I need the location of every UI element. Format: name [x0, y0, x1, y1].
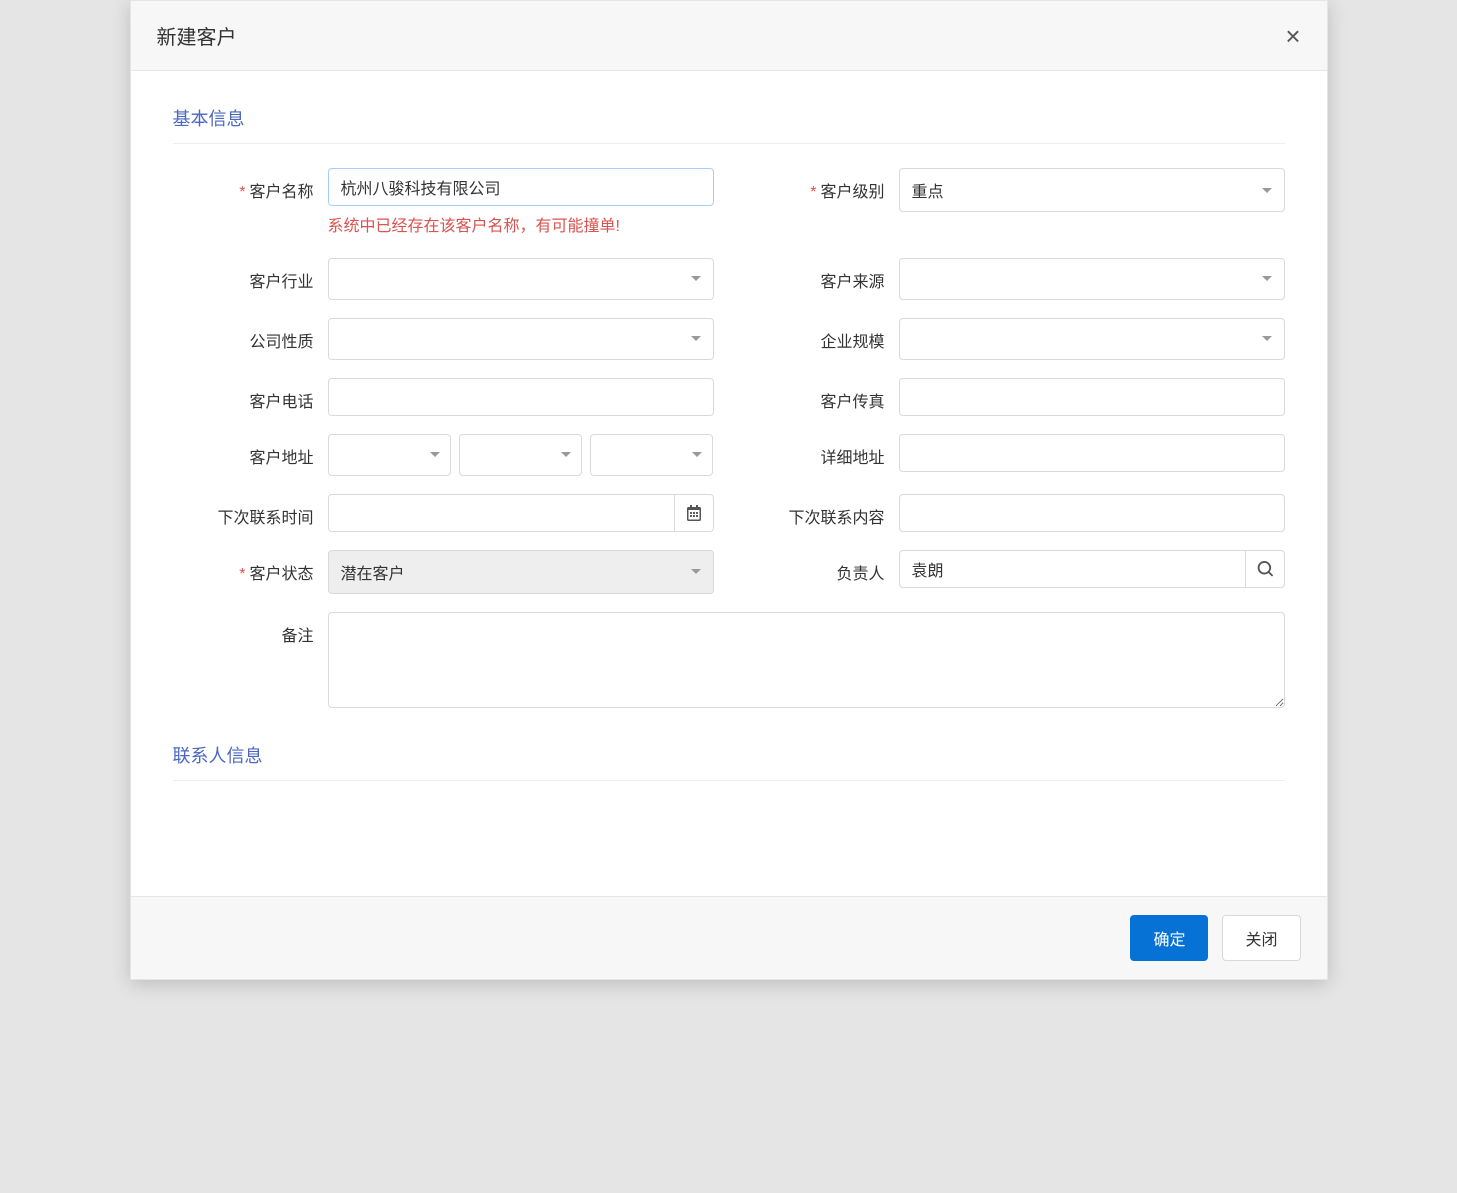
address-city-select[interactable] — [459, 434, 582, 476]
form-grid: *客户名称 系统中已经存在该客户名称，有可能撞单! *客户级别 重点 客 — [173, 168, 1285, 712]
customer-status-select[interactable]: 潜在客户 — [328, 550, 714, 594]
modal-header: 新建客户 × — [131, 1, 1327, 71]
row-customer-industry: 客户行业 — [173, 258, 714, 300]
row-customer-fax: 客户传真 — [744, 378, 1285, 416]
owner-input[interactable] — [899, 550, 1246, 588]
detail-address-input[interactable] — [899, 434, 1285, 472]
label-customer-address: 客户地址 — [173, 434, 328, 468]
row-customer-level: *客户级别 重点 — [744, 168, 1285, 240]
calendar-button[interactable] — [674, 494, 713, 532]
label-next-contact-time: 下次联系时间 — [173, 494, 328, 528]
customer-phone-input[interactable] — [328, 378, 714, 416]
row-customer-status: *客户状态 潜在客户 — [173, 550, 714, 594]
chevron-down-icon — [691, 336, 701, 341]
row-customer-phone: 客户电话 — [173, 378, 714, 416]
customer-source-select[interactable] — [899, 258, 1285, 300]
row-next-contact-time: 下次联系时间 — [173, 494, 714, 532]
label-customer-status: *客户状态 — [173, 550, 328, 584]
customer-industry-select[interactable] — [328, 258, 714, 300]
label-company-nature: 公司性质 — [173, 318, 328, 352]
row-company-size: 企业规模 — [744, 318, 1285, 360]
owner-search-button[interactable] — [1245, 550, 1284, 588]
row-customer-name: *客户名称 系统中已经存在该客户名称，有可能撞单! — [173, 168, 714, 240]
search-icon — [1257, 561, 1273, 577]
row-customer-address: 客户地址 — [173, 434, 714, 476]
modal-dialog: 新建客户 × 基本信息 *客户名称 系统中已经存在该客户名称，有可能撞单! *客… — [130, 0, 1328, 980]
modal-body[interactable]: 基本信息 *客户名称 系统中已经存在该客户名称，有可能撞单! *客户级别 重点 — [131, 71, 1327, 896]
customer-name-error: 系统中已经存在该客户名称，有可能撞单! — [328, 214, 714, 240]
close-button[interactable]: 关闭 — [1222, 915, 1300, 961]
customer-level-select[interactable]: 重点 — [899, 168, 1285, 212]
label-customer-fax: 客户传真 — [744, 378, 899, 412]
label-customer-source: 客户来源 — [744, 258, 899, 292]
chevron-down-icon — [691, 276, 701, 281]
row-detail-address: 详细地址 — [744, 434, 1285, 476]
modal-title: 新建客户 — [157, 21, 237, 50]
address-district-select[interactable] — [590, 434, 713, 476]
modal-footer: 确定 关闭 — [131, 896, 1327, 979]
close-icon[interactable]: × — [1285, 23, 1300, 49]
chevron-down-icon — [691, 569, 701, 574]
chevron-down-icon — [692, 452, 702, 457]
row-customer-source: 客户来源 — [744, 258, 1285, 300]
label-remark: 备注 — [173, 612, 328, 646]
label-customer-level: *客户级别 — [744, 168, 899, 202]
calendar-icon — [686, 505, 702, 521]
customer-name-input[interactable] — [328, 168, 714, 206]
customer-level-value: 重点 — [912, 178, 944, 202]
company-nature-select[interactable] — [328, 318, 714, 360]
label-company-size: 企业规模 — [744, 318, 899, 352]
chevron-down-icon — [561, 452, 571, 457]
next-contact-time-input[interactable] — [328, 494, 675, 532]
label-customer-industry: 客户行业 — [173, 258, 328, 292]
remark-textarea[interactable] — [328, 612, 1285, 708]
row-company-nature: 公司性质 — [173, 318, 714, 360]
chevron-down-icon — [1262, 188, 1272, 193]
chevron-down-icon — [1262, 276, 1272, 281]
row-next-contact-content: 下次联系内容 — [744, 494, 1285, 532]
label-next-contact-content: 下次联系内容 — [744, 494, 899, 528]
label-customer-phone: 客户电话 — [173, 378, 328, 412]
chevron-down-icon — [1262, 336, 1272, 341]
section-contact-title: 联系人信息 — [173, 742, 1285, 781]
next-contact-content-input[interactable] — [899, 494, 1285, 532]
label-owner: 负责人 — [744, 550, 899, 584]
label-customer-name: *客户名称 — [173, 168, 328, 202]
chevron-down-icon — [430, 452, 440, 457]
label-detail-address: 详细地址 — [744, 434, 899, 468]
customer-fax-input[interactable] — [899, 378, 1285, 416]
customer-status-value: 潜在客户 — [341, 560, 405, 584]
address-province-select[interactable] — [328, 434, 451, 476]
row-owner: 负责人 — [744, 550, 1285, 594]
confirm-button[interactable]: 确定 — [1130, 915, 1208, 961]
company-size-select[interactable] — [899, 318, 1285, 360]
row-remark: 备注 — [173, 612, 1285, 712]
section-basic-title: 基本信息 — [173, 105, 1285, 144]
